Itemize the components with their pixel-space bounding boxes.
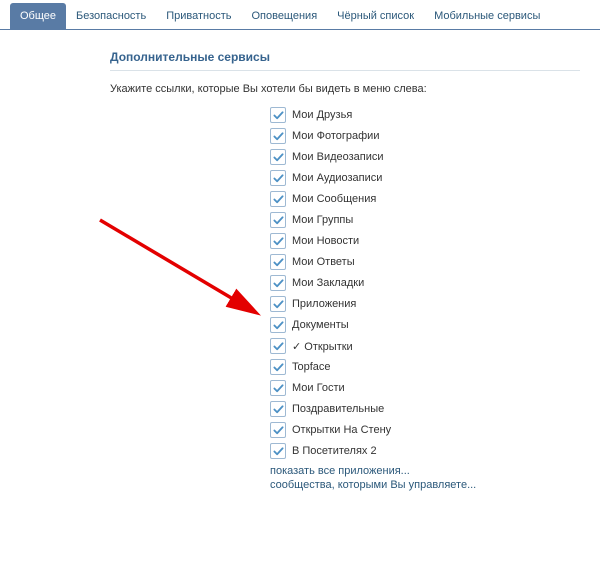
checkmark-icon	[273, 236, 284, 247]
check-item: Мои Фотографии	[270, 128, 600, 144]
check-label[interactable]: Мои Аудиозаписи	[292, 172, 382, 184]
check-label[interactable]: Мои Закладки	[292, 277, 364, 289]
checkmark-icon	[273, 362, 284, 373]
check-label[interactable]: Документы	[292, 319, 349, 331]
checkmark-icon	[273, 173, 284, 184]
checkmark-icon	[273, 194, 284, 205]
bottom-links: показать все приложения... сообщества, к…	[110, 465, 600, 491]
checkmark-icon	[273, 446, 284, 457]
check-label[interactable]: Мои Ответы	[292, 256, 355, 268]
check-item: Мои Гости	[270, 380, 600, 396]
check-label[interactable]: Topface	[292, 361, 331, 373]
check-item: Мои Видеозаписи	[270, 149, 600, 165]
checkbox[interactable]	[270, 380, 286, 396]
check-item: Мои Закладки	[270, 275, 600, 291]
checkmark-icon	[273, 341, 284, 352]
checkbox[interactable]	[270, 254, 286, 270]
checkbox[interactable]	[270, 338, 286, 354]
check-label[interactable]: Открытки На Стену	[292, 424, 391, 436]
hint-text: Укажите ссылки, которые Вы хотели бы вид…	[110, 83, 600, 95]
checkbox[interactable]	[270, 170, 286, 186]
show-all-apps-link[interactable]: показать все приложения...	[270, 465, 600, 477]
checkbox[interactable]	[270, 317, 286, 333]
check-item: ✓ Открытки	[270, 338, 600, 354]
tab-notifications[interactable]: Оповещения	[241, 3, 327, 29]
tab-general[interactable]: Общее	[10, 3, 66, 29]
check-label[interactable]: Мои Гости	[292, 382, 345, 394]
checkmark-icon	[273, 215, 284, 226]
check-label[interactable]: Мои Группы	[292, 214, 353, 226]
tab-mobile-services[interactable]: Мобильные сервисы	[424, 3, 550, 29]
tab-blacklist[interactable]: Чёрный список	[327, 3, 424, 29]
check-item: Мои Аудиозаписи	[270, 170, 600, 186]
checkmark-icon	[273, 278, 284, 289]
check-item: Мои Группы	[270, 212, 600, 228]
menu-links-checklist: Мои Друзья Мои Фотографии Мои Видеозаписи М…	[110, 107, 600, 459]
checkbox[interactable]	[270, 212, 286, 228]
check-label[interactable]: В Посетителях 2	[292, 445, 377, 457]
check-label[interactable]: Мои Фотографии	[292, 130, 379, 142]
checkbox[interactable]	[270, 233, 286, 249]
check-label[interactable]: Мои Сообщения	[292, 193, 376, 205]
check-item: Topface	[270, 359, 600, 375]
checkbox[interactable]	[270, 191, 286, 207]
checkbox[interactable]	[270, 128, 286, 144]
checkmark-icon	[273, 131, 284, 142]
check-label[interactable]: Мои Видеозаписи	[292, 151, 384, 163]
checkbox[interactable]	[270, 401, 286, 417]
section-title: Дополнительные сервисы	[110, 50, 580, 71]
settings-tabs: Общее Безопасность Приватность Оповещени…	[0, 0, 600, 30]
check-label[interactable]: Приложения	[292, 298, 356, 310]
check-item: Документы	[270, 317, 600, 333]
check-item: Мои Сообщения	[270, 191, 600, 207]
communities-link[interactable]: сообщества, которыми Вы управляете...	[270, 479, 600, 491]
check-label[interactable]: Мои Новости	[292, 235, 359, 247]
checkbox[interactable]	[270, 443, 286, 459]
check-item: Мои Друзья	[270, 107, 600, 123]
checkbox[interactable]	[270, 296, 286, 312]
checkbox[interactable]	[270, 359, 286, 375]
checkmark-icon	[273, 257, 284, 268]
check-item: В Посетителях 2	[270, 443, 600, 459]
tab-privacy[interactable]: Приватность	[156, 3, 241, 29]
checkmark-icon	[273, 152, 284, 163]
checkbox[interactable]	[270, 107, 286, 123]
check-label[interactable]: Поздравительные	[292, 403, 384, 415]
checkmark-icon	[273, 110, 284, 121]
checkmark-icon	[273, 320, 284, 331]
checkmark-icon	[273, 299, 284, 310]
check-item: Поздравительные	[270, 401, 600, 417]
checkbox[interactable]	[270, 275, 286, 291]
tab-security[interactable]: Безопасность	[66, 3, 156, 29]
check-item: Приложения	[270, 296, 600, 312]
check-item: Мои Ответы	[270, 254, 600, 270]
check-label[interactable]: Мои Друзья	[292, 109, 352, 121]
checkmark-icon	[273, 425, 284, 436]
check-label[interactable]: ✓ Открытки	[292, 340, 353, 353]
checkbox[interactable]	[270, 422, 286, 438]
checkmark-icon	[273, 383, 284, 394]
content: Дополнительные сервисы Укажите ссылки, к…	[0, 30, 600, 491]
check-item: Мои Новости	[270, 233, 600, 249]
check-item: Открытки На Стену	[270, 422, 600, 438]
checkbox[interactable]	[270, 149, 286, 165]
checkmark-icon	[273, 404, 284, 415]
